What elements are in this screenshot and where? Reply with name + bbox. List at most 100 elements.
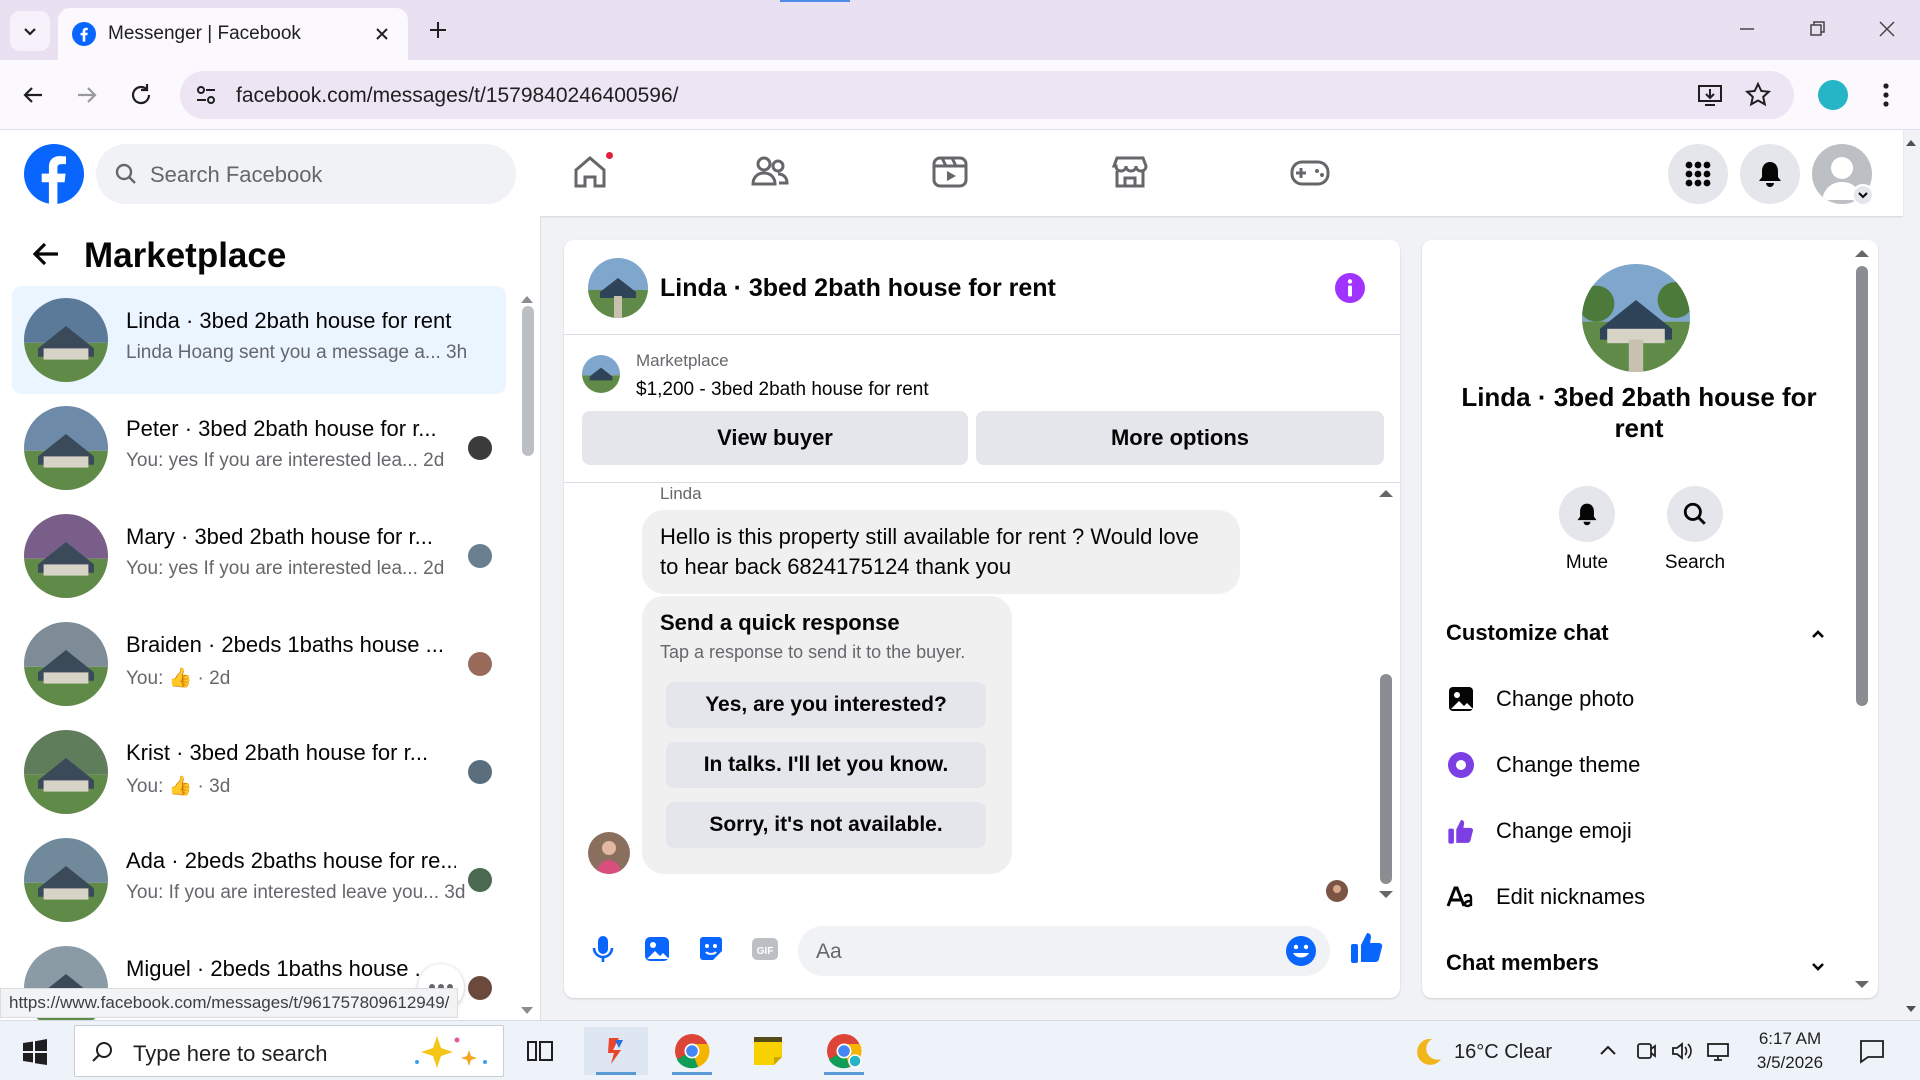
gaming-icon[interactable] — [1288, 150, 1332, 194]
more-options-button[interactable]: More options — [976, 411, 1384, 465]
chat-list-scrollbar[interactable] — [522, 306, 534, 456]
info-icon[interactable] — [1334, 272, 1366, 304]
info-panel-scrollbar[interactable] — [1856, 266, 1868, 706]
emoji-icon[interactable] — [1284, 934, 1318, 968]
search-action[interactable]: Search — [1650, 486, 1740, 574]
chat-thread-item[interactable]: Peter · 3bed 2bath house for r... You: ye… — [12, 394, 506, 502]
browser-profile-avatar[interactable] — [1818, 80, 1848, 110]
mute-button[interactable] — [1559, 486, 1615, 542]
quick-response-talks-button[interactable]: In talks. I'll let you know. — [666, 742, 986, 788]
network-icon[interactable] — [1706, 1039, 1730, 1063]
chat-list-panel: Marketplace Linda · 3bed 2bath house for… — [0, 216, 541, 1020]
edit-nicknames-item[interactable]: Edit nicknames — [1446, 876, 1806, 916]
thumbs-up-icon[interactable] — [1348, 928, 1386, 966]
scroll-down-arrow-icon[interactable] — [1854, 980, 1870, 990]
mute-action[interactable]: Mute — [1542, 486, 1632, 574]
chat-thread-item[interactable]: Linda · 3bed 2bath house for rent Linda H… — [12, 286, 506, 394]
windows-start-icon[interactable] — [22, 1039, 48, 1065]
quick-response-yes-button[interactable]: Yes, are you interested? — [666, 682, 986, 728]
thread-preview: You: 👍 · 2d — [126, 668, 231, 689]
quick-response-unavailable-button[interactable]: Sorry, it's not available. — [666, 802, 986, 848]
page-scroll-down-icon[interactable] — [1904, 1002, 1918, 1016]
house-photo-icon — [24, 622, 108, 706]
facebook-search-input[interactable]: Search Facebook — [96, 144, 516, 204]
view-buyer-button[interactable]: View buyer — [582, 411, 968, 465]
notifications-button[interactable] — [1740, 144, 1800, 204]
browser-tab[interactable]: Messenger | Facebook — [58, 8, 408, 60]
sender-avatar[interactable] — [588, 832, 630, 874]
bookmark-star-icon[interactable] — [1744, 81, 1772, 109]
bell-icon — [1759, 162, 1781, 187]
chevron-up-icon[interactable] — [1806, 622, 1830, 646]
volume-icon[interactable] — [1670, 1039, 1694, 1063]
new-tab-plus-icon[interactable] — [424, 16, 452, 44]
taskbar-search-box[interactable]: Type here to search — [74, 1025, 504, 1077]
conversation-title[interactable]: Linda · 3bed 2bath house for rent — [660, 274, 1056, 303]
chat-thread-item[interactable]: Mary · 3bed 2bath house for r... You: yes… — [12, 502, 506, 610]
meet-now-icon[interactable] — [1634, 1039, 1658, 1063]
incoming-message-bubble[interactable]: Hello is this property still available f… — [642, 510, 1240, 594]
close-icon[interactable] — [372, 24, 392, 44]
more-vertical-icon[interactable] — [1876, 79, 1896, 111]
notification-center-icon[interactable] — [1858, 1037, 1886, 1065]
scroll-up-arrow-icon[interactable] — [1854, 248, 1870, 258]
moon-icon — [1417, 1038, 1441, 1065]
url-text[interactable]: facebook.com/messages/t/1579840246400596… — [236, 84, 679, 108]
window-close-icon[interactable] — [1872, 14, 1902, 44]
reload-icon[interactable] — [126, 80, 156, 110]
address-bar[interactable]: facebook.com/messages/t/1579840246400596… — [180, 71, 1794, 119]
friends-icon[interactable] — [748, 150, 792, 194]
scroll-down-arrow-icon[interactable] — [520, 1006, 534, 1016]
change-photo-item[interactable]: Change photo — [1446, 678, 1806, 718]
conversation-avatar[interactable] — [588, 258, 648, 318]
listing-thumbnail[interactable] — [582, 355, 620, 393]
chat-info-avatar[interactable] — [1582, 264, 1690, 372]
message-input[interactable]: Aa — [798, 926, 1330, 976]
photo-attach-icon[interactable] — [640, 932, 674, 966]
menu-button[interactable] — [1668, 144, 1728, 204]
customize-chat-header[interactable]: Customize chat — [1446, 620, 1609, 646]
marketplace-icon[interactable] — [1108, 150, 1152, 194]
task-view-button[interactable] — [508, 1027, 572, 1075]
facebook-header: Search Facebook — [0, 130, 1903, 216]
chat-thread-item[interactable]: Braiden · 2beds 1baths house ... You: 👍 ·… — [12, 610, 506, 718]
system-clock[interactable]: 6:17 AM 3/5/2026 — [1740, 1027, 1840, 1075]
thread-preview: You: yes If you are interested lea... 2d — [126, 450, 445, 471]
chat-members-header[interactable]: Chat members — [1446, 950, 1599, 976]
scroll-up-arrow-icon[interactable] — [520, 294, 534, 304]
facebook-logo-icon[interactable] — [24, 144, 84, 204]
chat-thread-item[interactable]: Krist · 3bed 2bath house for r... You: 👍 … — [12, 718, 506, 826]
chevron-down-icon[interactable] — [1806, 954, 1830, 978]
forward-arrow-icon[interactable] — [72, 80, 102, 110]
restore-icon[interactable] — [1802, 14, 1832, 44]
taskbar-sticky-notes[interactable] — [736, 1027, 800, 1075]
show-hidden-icons-chevron-icon[interactable] — [1596, 1039, 1620, 1063]
seen-receipt-avatar — [468, 976, 492, 1000]
sticker-icon[interactable] — [694, 932, 728, 966]
taskbar-chrome-profile[interactable] — [812, 1027, 876, 1075]
taskbar-app-pinned[interactable] — [584, 1027, 648, 1075]
scroll-up-arrow-icon[interactable] — [1378, 488, 1394, 498]
site-settings-icon[interactable] — [194, 83, 218, 107]
minimize-icon[interactable] — [1732, 14, 1762, 44]
scroll-down-arrow-icon[interactable] — [1378, 890, 1394, 900]
change-theme-item[interactable]: Change theme — [1446, 744, 1806, 784]
video-icon[interactable] — [928, 150, 972, 194]
change-emoji-item[interactable]: Change emoji — [1446, 810, 1806, 850]
taskbar-chrome[interactable] — [660, 1027, 724, 1075]
microphone-icon[interactable] — [586, 932, 620, 966]
tab-search-button[interactable] — [10, 11, 50, 51]
account-caret[interactable] — [1852, 184, 1874, 206]
weather-widget[interactable]: 16°C Clear — [1410, 1035, 1552, 1069]
thread-avatar — [24, 514, 108, 598]
conversation-scrollbar[interactable] — [1380, 674, 1392, 884]
install-app-icon[interactable] — [1696, 81, 1724, 109]
gif-icon[interactable]: GIF — [748, 932, 782, 966]
page-scroll-up-icon[interactable] — [1904, 136, 1918, 150]
chat-thread-item[interactable]: Ada · 2beds 2baths house for re... You: I… — [12, 826, 506, 934]
back-arrow-icon[interactable] — [18, 80, 48, 110]
back-arrow-icon[interactable] — [28, 236, 64, 272]
search-conversation-button[interactable] — [1667, 486, 1723, 542]
listing-title[interactable]: $1,200 - 3bed 2bath house for rent — [636, 379, 929, 401]
seen-receipt-avatar — [1326, 880, 1348, 902]
